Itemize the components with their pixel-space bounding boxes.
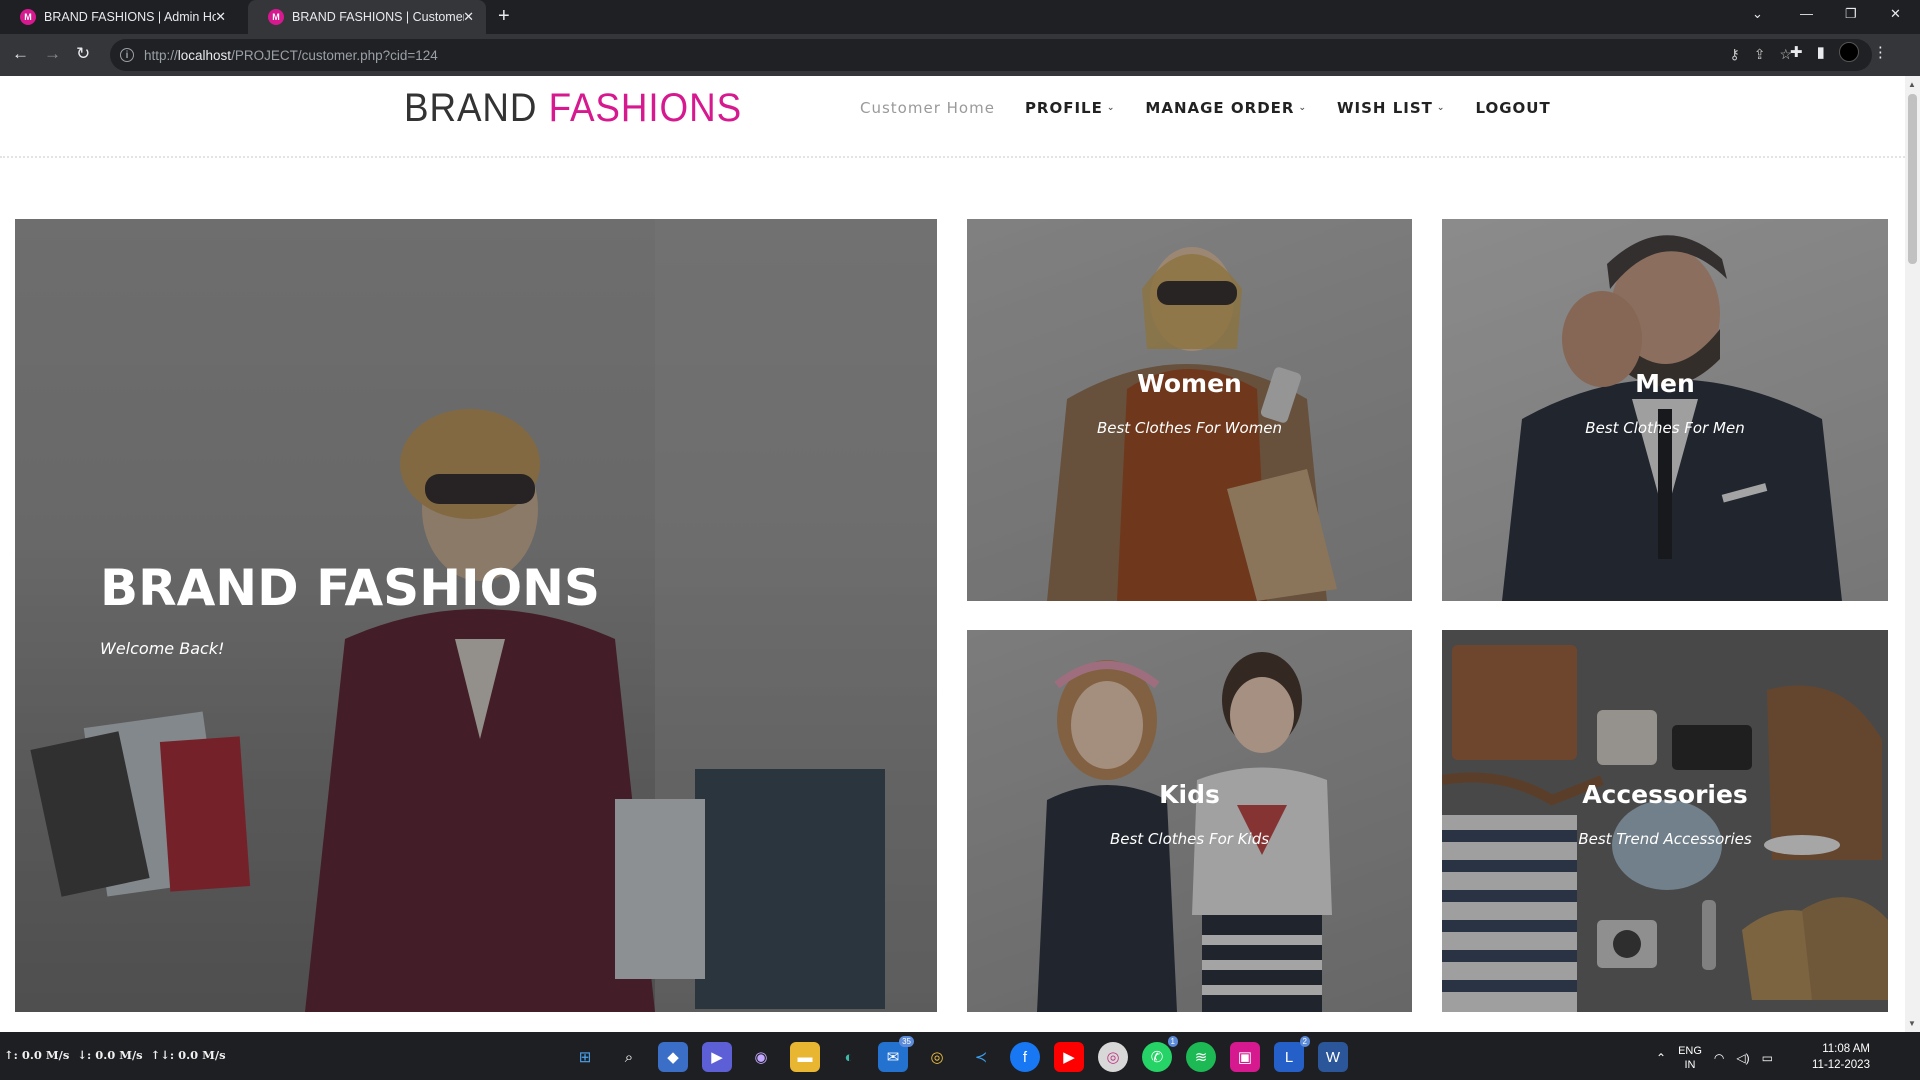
tab-label: BRAND FASHIONS | Customer H (292, 10, 464, 24)
search-icon[interactable]: ⌕ (614, 1042, 644, 1072)
key-icon[interactable]: ⚷ (1729, 46, 1739, 63)
system-tray: ⌃ ENG IN ◠ ◁) ▭ (1656, 1044, 1773, 1072)
hero-title: BRAND FASHIONS (100, 559, 600, 617)
extensions-puzzle-icon[interactable]: ✚ (1790, 43, 1803, 61)
scrollbar-thumb[interactable] (1908, 94, 1917, 264)
category-title: Women (1137, 369, 1242, 398)
category-tile-women[interactable]: Women Best Clothes For Women (967, 219, 1412, 601)
youtube-icon[interactable]: ▶ (1054, 1042, 1084, 1072)
category-subtitle: Best Clothes For Men (1585, 419, 1745, 437)
minimize-button[interactable]: — (1800, 6, 1813, 21)
windows-start-icon[interactable]: ⊞ (570, 1042, 600, 1072)
category-subtitle: Best Clothes For Women (1096, 419, 1283, 437)
teams-chat-icon[interactable]: ▶ (702, 1042, 732, 1072)
nav-manage-order[interactable]: MANAGE ORDER ⌄ (1145, 99, 1307, 117)
nav-profile[interactable]: PROFILE ⌄ (1025, 99, 1115, 117)
brand-fashions-favicon-icon: M (268, 9, 284, 25)
reload-icon[interactable]: ↻ (76, 44, 90, 64)
file-explorer-icon[interactable]: ▬ (790, 1042, 820, 1072)
brand-fashions-favicon-icon: M (20, 9, 36, 25)
battery-icon[interactable]: ▭ (1762, 1051, 1773, 1065)
site-logo[interactable]: BRAND FASHIONS (404, 86, 742, 131)
chevron-up-icon[interactable]: ⌃ (1656, 1051, 1666, 1065)
category-title: Men (1635, 369, 1695, 398)
share-icon[interactable]: ⇪ (1754, 46, 1766, 63)
windows-taskbar: ↑: 0.0 M/s ↓: 0.0 M/s ↑↓: 0.0 M/s ⊞ ⌕ ◆ ▶ … (0, 1032, 1920, 1080)
category-subtitle: Best Trend Accessories (1578, 830, 1752, 848)
scroll-down-arrow-icon[interactable]: ▼ (1908, 1019, 1916, 1028)
widgets-icon[interactable]: ◆ (658, 1042, 688, 1072)
tab-admin-home[interactable]: M BRAND FASHIONS | Admin Hom ✕ (0, 0, 238, 34)
taskbar-clock[interactable]: 11:08 AM 11-12-2023 (1812, 1041, 1870, 1073)
close-icon[interactable]: ✕ (463, 9, 474, 25)
category-subtitle: Best Clothes For Kids (1109, 830, 1270, 848)
pink-app-icon[interactable]: ▣ (1230, 1042, 1260, 1072)
site-info-icon[interactable]: i (120, 48, 134, 62)
l-app-icon[interactable]: L2 (1274, 1036, 1310, 1072)
tab-customer-home[interactable]: M BRAND FASHIONS | Customer H ✕ (248, 0, 486, 34)
main-nav: Customer Home PROFILE ⌄ MANAGE ORDER ⌄ WIS… (860, 99, 1551, 117)
taskbar-apps: ⊞ ⌕ ◆ ▶ ◉ ▬ ◐ ✉ 35 ◎ ≺ f ▶ ◎ ✆ 1 ≋ ▣ L2 W (570, 1036, 1348, 1072)
forward-arrow-icon[interactable]: → (44, 44, 61, 64)
scroll-up-arrow-icon[interactable]: ▲ (1908, 80, 1916, 89)
media-player-icon[interactable]: ◉ (746, 1042, 776, 1072)
tile-overlay (1442, 630, 1888, 1012)
page-viewport: BRAND FASHIONS Customer Home PROFILE ⌄ MA… (0, 76, 1905, 1032)
profile-avatar[interactable] (1838, 42, 1859, 62)
mail-icon[interactable]: ✉ 35 (878, 1036, 914, 1072)
hero-subtitle: Welcome Back! (100, 639, 225, 658)
chrome-icon[interactable]: ◎ (922, 1042, 952, 1072)
tab-search-icon[interactable]: ⌄ (1752, 6, 1763, 22)
tab-label: BRAND FASHIONS | Admin Hom (44, 10, 216, 24)
menu-kebab-icon[interactable]: ⋮ (1873, 43, 1888, 61)
chevron-down-icon: ⌄ (1298, 103, 1307, 113)
language-indicator[interactable]: ENG IN (1678, 1044, 1702, 1072)
volume-icon[interactable]: ◁) (1736, 1051, 1749, 1065)
window-close-button[interactable]: ✕ (1890, 6, 1901, 22)
close-icon[interactable]: ✕ (215, 9, 226, 25)
restore-button[interactable]: ❐ (1845, 6, 1857, 22)
category-title: Kids (1159, 780, 1220, 809)
tile-overlay (967, 219, 1412, 601)
url-text: http://localhost/PROJECT/customer.php?ci… (144, 47, 438, 63)
site-header: BRAND FASHIONS Customer Home PROFILE ⌄ MA… (0, 76, 1905, 158)
whatsapp-icon[interactable]: ✆ 1 (1142, 1036, 1178, 1072)
word-icon[interactable]: W (1318, 1042, 1348, 1072)
nav-wish-list[interactable]: WISH LIST ⌄ (1337, 99, 1445, 117)
side-panel-icon[interactable]: ▮ (1817, 43, 1825, 61)
nav-logout[interactable]: LOGOUT (1475, 99, 1550, 117)
page-scrollbar[interactable]: ▲ ▼ (1905, 76, 1920, 1032)
address-bar[interactable]: i http://localhost/PROJECT/customer.php?… (110, 39, 1872, 71)
back-arrow-icon[interactable]: ← (12, 44, 29, 64)
instagram-icon[interactable]: ◎ (1098, 1042, 1128, 1072)
tile-overlay (1442, 219, 1888, 601)
new-tab-button[interactable]: + (498, 5, 510, 28)
browser-tab-bar: M BRAND FASHIONS | Admin Hom ✕ M BRAND F… (0, 0, 1920, 34)
chevron-down-icon: ⌄ (1436, 103, 1446, 113)
category-title: Accessories (1582, 780, 1748, 809)
category-tile-men[interactable]: Men Best Clothes For Men (1442, 219, 1888, 601)
chevron-down-icon: ⌄ (1106, 103, 1116, 113)
browser-toolbar: ← → ↻ i http://localhost/PROJECT/custome… (0, 34, 1920, 76)
edge-icon[interactable]: ◐ (834, 1042, 864, 1072)
network-speed-meter: ↑: 0.0 M/s ↓: 0.0 M/s ↑↓: 0.0 M/s (4, 1048, 226, 1062)
category-tile-accessories[interactable]: Accessories Best Trend Accessories (1442, 630, 1888, 1012)
wifi-icon[interactable]: ◠ (1714, 1051, 1724, 1065)
spotify-icon[interactable]: ≋ (1186, 1042, 1216, 1072)
facebook-icon[interactable]: f (1010, 1042, 1040, 1072)
tile-overlay (967, 630, 1412, 1012)
nav-customer-home[interactable]: Customer Home (860, 99, 995, 117)
hero-banner[interactable]: BRAND FASHIONS Welcome Back! (15, 219, 937, 1012)
vscode-icon[interactable]: ≺ (966, 1042, 996, 1072)
category-tile-kids[interactable]: Kids Best Clothes For Kids (967, 630, 1412, 1012)
